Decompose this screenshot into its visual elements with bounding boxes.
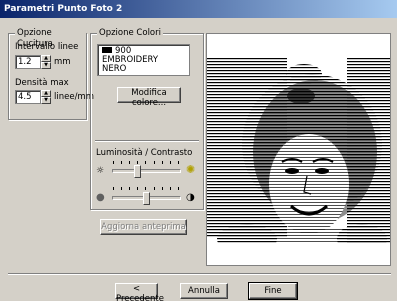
intervallo-spinner[interactable]: ▲ ▼	[41, 55, 51, 69]
spin-up-icon[interactable]: ▲	[41, 55, 51, 62]
brightness-ticks	[113, 161, 179, 164]
stitch-preview-image	[207, 34, 390, 265]
footer-separator	[8, 273, 391, 275]
densita-unit: linee/mm	[54, 92, 94, 102]
contrast-ticks	[113, 187, 179, 190]
luminosita-title: Luminosità / Contrasto	[96, 148, 193, 158]
luminosita-separator	[95, 140, 199, 142]
brightness-track[interactable]	[112, 169, 181, 173]
intervallo-unit: mm	[54, 57, 71, 67]
color-swatch	[102, 47, 112, 53]
spin-up-icon[interactable]: ▲	[41, 90, 51, 97]
contrast-low-icon: ●	[96, 192, 105, 203]
photo-preview	[206, 33, 391, 266]
aggiorna-anteprima-button[interactable]: Aggiorna anteprima	[100, 219, 187, 235]
contrast-thumb[interactable]	[143, 192, 150, 205]
intervallo-input[interactable]: 1.2	[15, 55, 41, 69]
spin-down-icon[interactable]: ▼	[41, 97, 51, 104]
colori-group-title: Opzione Colori	[97, 28, 163, 39]
densita-input[interactable]: 4.5	[15, 90, 41, 104]
precedente-button[interactable]: < Precedente	[115, 283, 164, 301]
brightness-thumb[interactable]	[133, 165, 141, 178]
color-name: NERO	[102, 64, 127, 74]
spin-down-icon[interactable]: ▼	[41, 62, 51, 69]
contrast-high-icon: ◑	[186, 192, 195, 203]
window-title: Parametri Punto Foto 2	[0, 0, 397, 18]
fine-button[interactable]: Fine	[248, 282, 298, 300]
modifica-colore-button[interactable]: Modifica colore...	[117, 87, 181, 108]
densita-spinner[interactable]: ▲ ▼	[41, 90, 51, 104]
sun-low-icon: ☼	[96, 166, 105, 176]
annulla-button[interactable]: Annulla	[180, 283, 228, 299]
color-listbox[interactable]: 900 EMBROIDERY NERO	[97, 44, 190, 76]
intervallo-label: Intervallo linee	[15, 42, 79, 52]
sun-high-icon: ✺	[186, 163, 196, 176]
densita-label: Densità max	[15, 78, 69, 88]
